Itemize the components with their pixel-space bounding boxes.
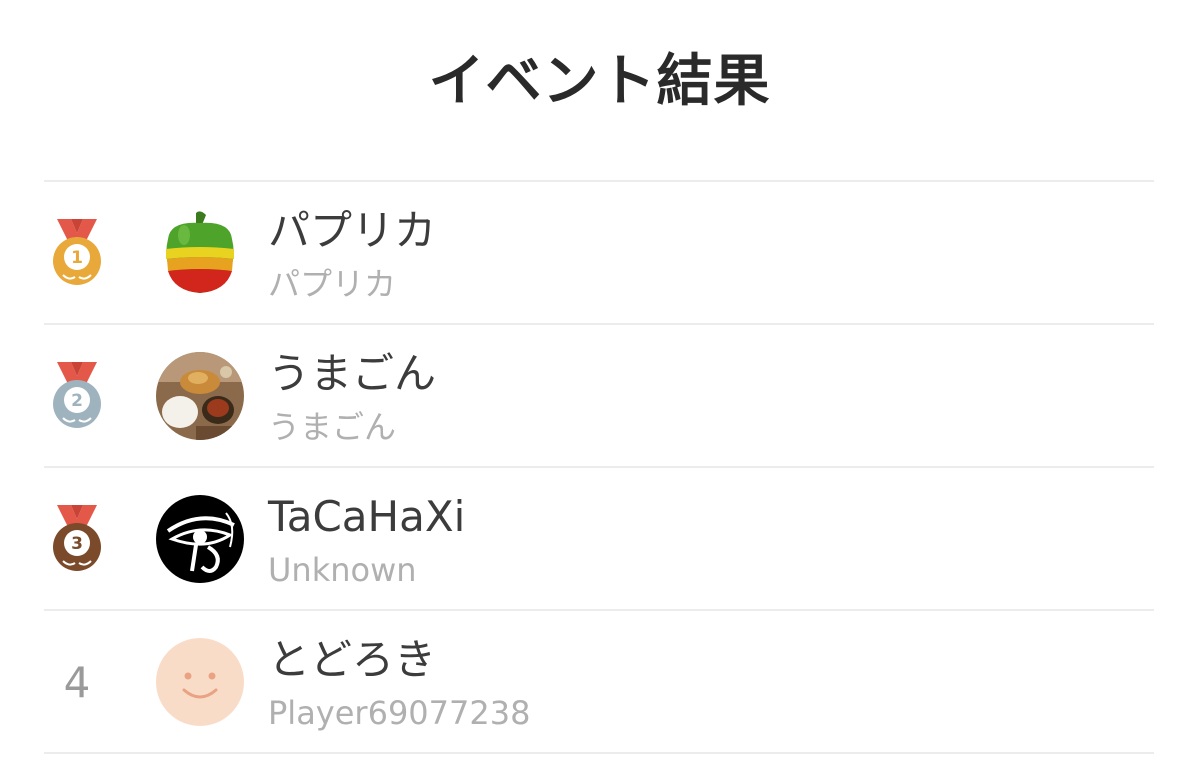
results-list: 1 パプリカ パプリカ 2 うまごん うまごん 3 TaCaHaXi Unkno…	[44, 180, 1154, 754]
avatar	[156, 352, 244, 440]
player-subname: Player69077238	[268, 694, 531, 732]
list-item[interactable]: 3 TaCaHaXi Unknown	[44, 468, 1154, 611]
player-name: TaCaHaXi	[268, 492, 466, 541]
rank-number: 3	[71, 534, 83, 554]
food-plate-avatar-icon	[156, 352, 244, 440]
default-smiley-avatar-icon	[156, 638, 244, 726]
avatar	[156, 638, 244, 726]
rank-badge: 1	[44, 182, 110, 325]
page-title: イベント結果	[428, 49, 771, 114]
list-item[interactable]: 4 とどろき Player69077238	[44, 611, 1154, 754]
rank-badge: 2	[44, 325, 110, 468]
player-name: パプリカ	[268, 206, 437, 255]
bronze-medal-icon: 3	[53, 504, 101, 571]
rank-number: 2	[71, 391, 83, 411]
list-item[interactable]: 2 うまごん うまごん	[44, 325, 1154, 468]
rank-badge: 4	[44, 611, 110, 754]
player-subname: パプリカ	[268, 265, 397, 303]
avatar	[156, 495, 244, 583]
eye-of-horus-avatar-icon	[156, 495, 244, 583]
list-item[interactable]: 1 パプリカ パプリカ	[44, 182, 1154, 325]
paprika-avatar-icon	[156, 209, 244, 297]
player-name: とどろき	[268, 635, 437, 684]
gold-medal-icon: 1	[53, 218, 101, 285]
rank-number: 1	[71, 248, 83, 268]
avatar	[156, 209, 244, 297]
rank-number: 4	[63, 658, 91, 707]
rank-badge: 3	[44, 468, 110, 611]
player-subname: Unknown	[268, 551, 417, 589]
player-subname: うまごん	[268, 408, 397, 446]
silver-medal-icon: 2	[53, 361, 101, 428]
player-name: うまごん	[268, 349, 437, 398]
